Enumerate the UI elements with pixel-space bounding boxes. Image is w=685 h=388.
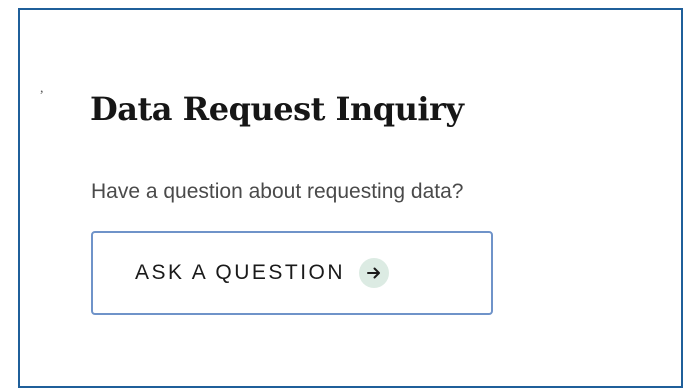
stray-mark: , [40, 81, 44, 96]
arrow-right-glyph [367, 267, 381, 279]
ask-question-label: ASK A QUESTION [135, 261, 346, 284]
card-title: Data Request Inquiry [90, 90, 464, 128]
card-subtitle: Have a question about requesting data? [91, 180, 464, 203]
ask-question-button[interactable]: ASK A QUESTION [91, 231, 493, 315]
arrow-right-icon [359, 258, 390, 288]
data-request-card: , Data Request Inquiry Have a question a… [18, 8, 683, 388]
